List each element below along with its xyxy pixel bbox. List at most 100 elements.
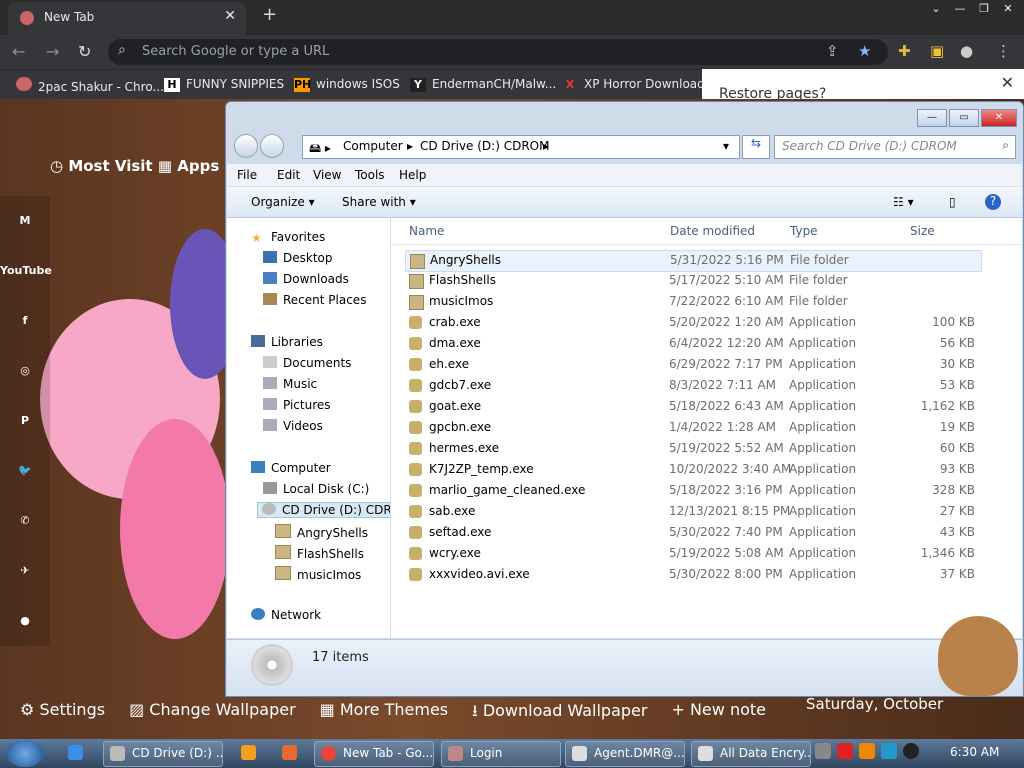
apps-link[interactable]: Apps [177,157,219,175]
ie-icon[interactable] [62,741,92,765]
chevron-down-icon[interactable]: ▾ [723,139,729,153]
file-row[interactable]: gdcb7.exe 8/3/2022 7:11 AM Application 53 K… [405,376,980,396]
taskbar-chrome[interactable]: New Tab - Go... [314,741,434,767]
menu-file[interactable]: File [237,168,257,182]
nav-videos[interactable]: Videos [263,419,323,433]
change-wallpaper-link[interactable]: ▨ Change Wallpaper [129,700,296,724]
tab-new-tab[interactable]: New Tab ✕ [8,2,246,35]
nav-recent-places[interactable]: Recent Places [263,293,366,307]
chevron-right-icon[interactable]: ▸ [407,139,413,153]
column-date[interactable]: Date modified [670,224,755,238]
omnibox[interactable]: ⌕ Search Google or type a URL [108,39,888,65]
nav-folder-angryshells[interactable]: AngryShells [275,524,368,540]
share-with-button[interactable]: Share with ▾ [342,195,416,209]
minimize-button[interactable]: — [917,109,947,127]
reddit-icon[interactable]: ● [0,596,50,646]
twitter-icon[interactable]: 🐦 [0,446,50,496]
tray-icon[interactable] [881,743,897,759]
bookmark-item[interactable]: H FUNNY SNIPPIES [164,77,284,92]
nav-desktop[interactable]: Desktop [263,251,333,265]
bookmark-item[interactable]: Y EndermanCH/Malw... [410,77,556,92]
nav-pictures[interactable]: Pictures [263,398,331,412]
file-row[interactable]: seftad.exe 5/30/2022 7:40 PM Application 43… [405,523,980,543]
new-tab-button[interactable]: + [262,4,277,25]
file-row[interactable]: dma.exe 6/4/2022 12:20 AM Application 56 KB [405,334,980,354]
file-row[interactable]: musicImos 7/22/2022 6:10 AM File folder [405,292,980,312]
maximize-button[interactable]: ❐ [974,2,994,16]
menu-tools[interactable]: Tools [355,168,385,182]
back-arrow-icon[interactable]: ← [12,42,25,61]
file-row[interactable]: hermes.exe 5/19/2022 5:52 AM Application 60… [405,439,980,459]
nav-documents[interactable]: Documents [263,356,351,370]
file-row[interactable]: FlashShells 5/17/2022 5:10 AM File folder [405,271,980,291]
column-name[interactable]: Name [409,224,444,238]
nav-network[interactable]: Network [251,608,321,622]
bookmark-star-icon[interactable]: ★ [858,42,871,60]
address-bar[interactable]: 🖴 ▸ Computer ▸ CD Drive (D:) CDROM ▸ ▾ [302,135,740,159]
share-icon[interactable]: ⇪ [826,42,839,60]
file-row[interactable]: sab.exe 12/13/2021 8:15 PM Application 27 K… [405,502,980,522]
taskbar-explorer[interactable]: CD Drive (D:) ... [103,741,223,767]
file-row[interactable]: wcry.exe 5/19/2022 5:08 AM Application 1,34… [405,544,980,564]
nav-cd-drive[interactable]: CD Drive (D:) CDROM [257,502,390,518]
nav-favorites[interactable]: ★ Favorites [251,230,325,245]
bookmark-item[interactable]: 2pac Shakur - Chro... [16,77,164,94]
tray-icon[interactable] [859,743,875,759]
telegram-icon[interactable]: ✈ [0,546,50,596]
file-row[interactable]: xxxvideo.avi.exe 5/30/2022 8:00 PM Applica… [405,565,980,585]
search-input[interactable]: Search CD Drive (D:) CDROM ⌕ [774,135,1016,159]
bookmark-item[interactable]: X XP Horror Download [562,77,705,92]
taskbar-login[interactable]: Login [441,741,561,767]
breadcrumb-cd-drive[interactable]: CD Drive (D:) CDROM [420,139,549,153]
extensions-icon[interactable]: ✚ [898,42,911,60]
whatsapp-icon[interactable]: ✆ [0,496,50,546]
file-row[interactable]: K7J2ZP_temp.exe 10/20/2022 3:40 AM Applica… [405,460,980,480]
more-themes-link[interactable]: ▦ More Themes [320,700,448,724]
file-row[interactable]: marlio_game_cleaned.exe 5/18/2022 3:16 PM… [405,481,980,501]
maximize-button[interactable]: ▭ [949,109,979,127]
column-type[interactable]: Type [790,224,818,238]
refresh-button[interactable]: ⇆ [742,135,770,159]
tray-icon[interactable] [815,743,831,759]
gmail-icon[interactable]: M [0,196,50,246]
forward-button[interactable] [260,134,284,158]
forward-arrow-icon[interactable]: → [46,42,59,61]
taskbar-agent[interactable]: Agent.DMR@... [565,741,685,767]
nav-local-disk[interactable]: Local Disk (C:) [263,482,369,496]
nav-folder-musicimos[interactable]: musicImos [275,566,361,582]
nav-computer[interactable]: Computer [251,461,331,475]
file-row[interactable]: gpcbn.exe 1/4/2022 1:28 AM Application 19 K… [405,418,980,438]
view-options-icon[interactable]: ☷ ▾ [893,195,914,209]
download-wallpaper-link[interactable]: ⭳ Download Wallpaper [472,700,647,724]
file-row[interactable]: crab.exe 5/20/2022 1:20 AM Application 100 … [405,313,980,333]
taskbar-all-data[interactable]: All Data Encry... [691,741,811,767]
close-button[interactable]: ✕ [981,109,1017,127]
new-note-link[interactable]: + New note [671,700,766,724]
tray-icon[interactable] [837,743,853,759]
menu-edit[interactable]: Edit [277,168,300,182]
help-icon[interactable]: ? [985,194,1001,210]
file-row[interactable]: eh.exe 6/29/2022 7:17 PM Application 30 KB [405,355,980,375]
close-icon[interactable]: ✕ [1001,73,1014,92]
tray-icon[interactable] [903,743,919,759]
app-icon[interactable] [276,741,306,765]
breadcrumb-computer[interactable]: Computer [343,139,403,153]
minimize-button[interactable]: — [950,2,970,16]
preview-pane-icon[interactable]: ▯ [949,195,956,209]
profile-avatar-icon[interactable]: ● [960,42,973,60]
menu-help[interactable]: Help [399,168,426,182]
facebook-icon[interactable]: f [0,296,50,346]
bookmark-item[interactable]: PH windows ISOS [294,77,400,92]
file-row[interactable]: AngryShells 5/31/2022 5:16 PM File folder [405,250,982,272]
reload-icon[interactable]: ↻ [78,42,91,61]
organize-button[interactable]: Organize ▾ [251,195,315,209]
sidebar-icon[interactable]: ▣ [930,42,944,60]
back-button[interactable] [234,134,258,158]
tab-close-icon[interactable]: ✕ [224,8,236,24]
settings-link[interactable]: ⚙ Settings [20,700,105,724]
chevron-down-icon[interactable]: ⌄ [926,2,946,16]
menu-view[interactable]: View [313,168,341,182]
pinterest-icon[interactable]: P [0,396,50,446]
start-button[interactable] [6,740,44,767]
nav-music[interactable]: Music [263,377,317,391]
